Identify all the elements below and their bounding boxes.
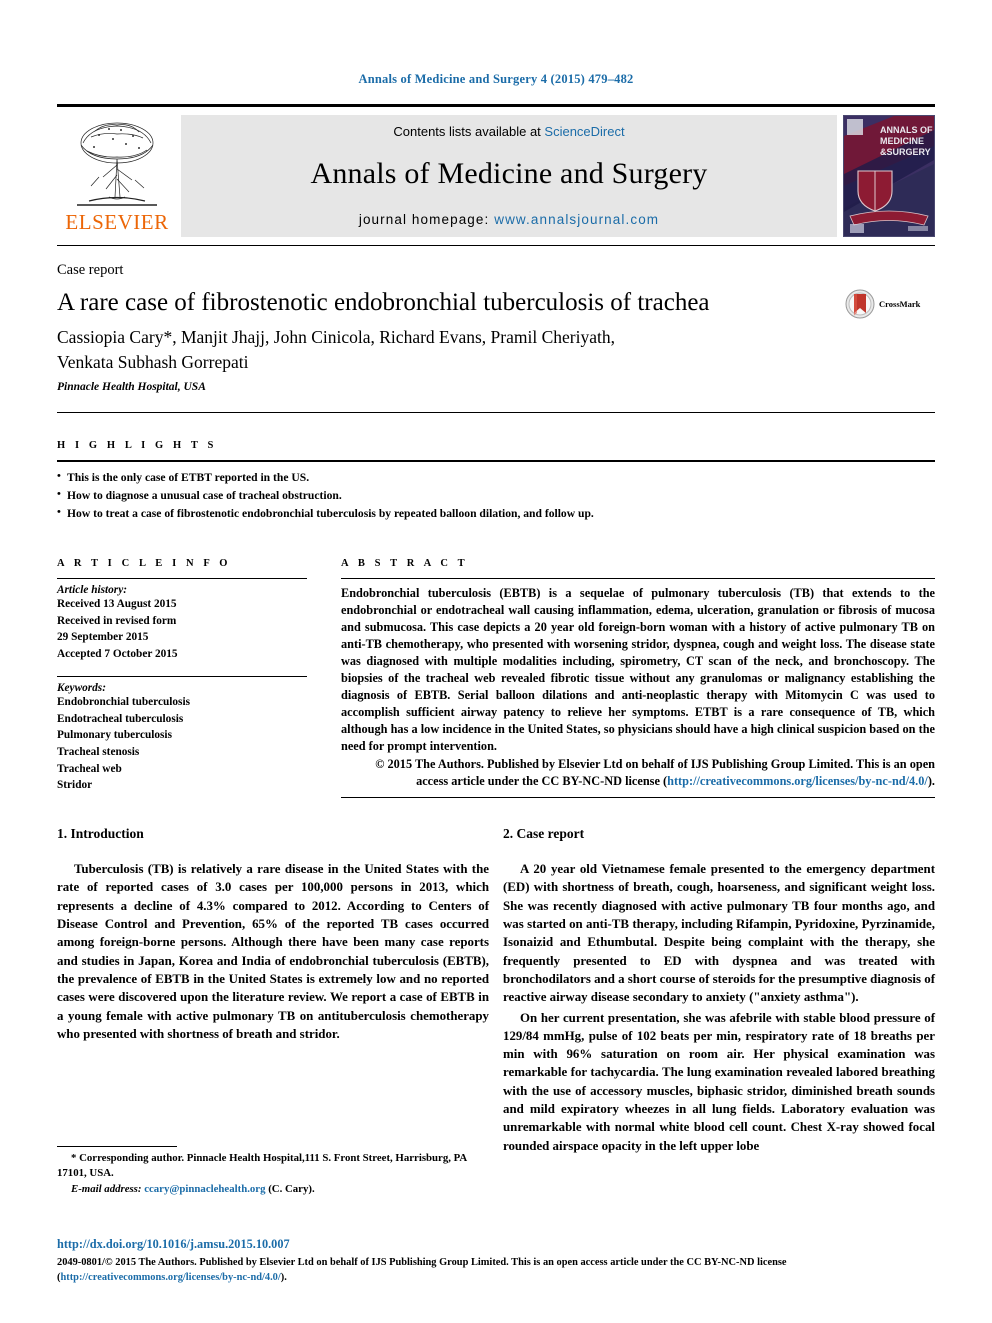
page-footer: 2049-0801/© 2015 The Authors. Published … — [57, 1255, 935, 1285]
footer-license-tail: ). — [280, 1272, 287, 1284]
journal-title: Annals of Medicine and Surgery — [310, 156, 708, 190]
article-page: Annals of Medicine and Surgery 4 (2015) … — [0, 0, 992, 1323]
contents-prefix: Contents lists available at — [393, 124, 545, 139]
license-link[interactable]: http://creativecommons.org/licenses/by-n… — [667, 774, 928, 788]
elsevier-wordmark: ELSEVIER — [65, 210, 169, 234]
journal-cover-art: ANNALS OF MEDICINE &SURGERY — [844, 116, 934, 236]
svg-text:&SURGERY: &SURGERY — [880, 147, 931, 157]
masthead-bottom-rule — [57, 245, 935, 246]
keywords-block: Keywords: Endobronchial tuberculosis End… — [57, 682, 307, 794]
crossmark-icon — [845, 289, 875, 319]
keyword-item: Endotracheal tuberculosis — [57, 712, 184, 725]
keyword-item: Tracheal web — [57, 762, 122, 775]
article-history-line: Accepted 7 October 2015 — [57, 648, 178, 661]
keyword-item: Endobronchial tuberculosis — [57, 695, 190, 708]
sciencedirect-link[interactable]: ScienceDirect — [544, 124, 624, 139]
email-link[interactable]: ccary@pinnaclehealth.org — [144, 1183, 265, 1195]
author-line-2: Venkata Subhash Gorrepati — [57, 351, 249, 372]
article-info-section: A R T I C L E I N F O Article history: R… — [57, 558, 307, 794]
svg-text:ANNALS OF: ANNALS OF — [880, 125, 933, 135]
list-item: This is the only case of ETBT reported i… — [57, 468, 935, 487]
crossmark-badge[interactable]: CrossMark — [845, 289, 920, 319]
article-history-label: Article history: — [57, 584, 127, 596]
keyword-item: Stridor — [57, 779, 93, 792]
abstract-copyright: © 2015 The Authors. Published by Elsevie… — [341, 756, 935, 790]
corresponding-author-line: * Corresponding author. Pinnacle Health … — [57, 1152, 467, 1180]
footnote-divider — [57, 1146, 177, 1147]
list-item: How to treat a case of fibrostenotic end… — [57, 504, 935, 523]
footer-license-link[interactable]: http://creativecommons.org/licenses/by-n… — [60, 1272, 280, 1283]
elsevier-tree-icon — [77, 122, 157, 206]
corresponding-author-footnote: * Corresponding author. Pinnacle Health … — [57, 1146, 489, 1197]
page-title: A rare case of fibrostenotic endobronchi… — [57, 289, 710, 316]
email-line: E-mail address: ccary@pinnaclehealth.org… — [57, 1182, 489, 1197]
article-type-label: Case report — [57, 262, 124, 278]
abstract-body: Endobronchial tuberculosis (EBTB) is a s… — [341, 586, 935, 753]
article-info-rule — [57, 578, 307, 579]
svg-text:MEDICINE: MEDICINE — [880, 136, 924, 146]
case-report-heading: 2. Case report — [503, 826, 585, 841]
article-history-line: Received 13 August 2015 — [57, 598, 177, 610]
case-report-paragraph: A 20 year old Vietnamese female presente… — [503, 862, 935, 1005]
abstract-rule — [341, 578, 935, 579]
author-line-1: Cassiopia Cary*, Manjit Jhajj, John Cini… — [57, 327, 615, 347]
highlights-rule — [57, 460, 935, 462]
article-history-line: 29 September 2015 — [57, 631, 149, 644]
author-affiliation: Pinnacle Health Hospital, USA — [57, 381, 206, 393]
keywords-rule — [57, 675, 307, 677]
email-suffix: (C. Cary). — [268, 1182, 315, 1195]
copyright-tail: ). — [927, 773, 935, 788]
journal-homepage-line: journal homepage: www.annalsjournal.com — [181, 212, 837, 227]
case-report-paragraph: On her current presentation, she was afe… — [503, 1010, 935, 1153]
journal-homepage-link[interactable]: www.annalsjournal.com — [494, 212, 659, 227]
keyword-item: Pulmonary tuberculosis — [57, 729, 172, 742]
doi-link[interactable]: http://dx.doi.org/10.1016/j.amsu.2015.10… — [57, 1237, 290, 1252]
journal-masthead: ELSEVIER Contents lists available at Sci… — [57, 104, 935, 237]
article-history-line: Received in revised form — [57, 614, 177, 627]
highlights-heading: H I G H L I G H T S — [57, 440, 217, 451]
running-head: Annals of Medicine and Surgery 4 (2015) … — [358, 72, 634, 86]
highlights-section: H I G H L I G H T S This is the only cas… — [57, 440, 935, 523]
abstract-heading: A B S T R A C T — [341, 558, 469, 569]
abstract-section: A B S T R A C T Endobronchial tuberculos… — [341, 558, 935, 798]
elsevier-logo: ELSEVIER — [57, 115, 177, 237]
highlights-list: This is the only case of ETBT reported i… — [57, 468, 935, 523]
keywords-label: Keywords: — [57, 681, 106, 694]
author-list: Cassiopia Cary*, Manjit Jhajj, John Cini… — [57, 325, 817, 375]
journal-cover-thumbnail: ANNALS OF MEDICINE &SURGERY — [843, 115, 935, 237]
article-info-heading: A R T I C L E I N F O — [57, 558, 232, 569]
homepage-prefix: journal homepage: — [358, 212, 495, 227]
email-label: E-mail address: — [71, 1182, 142, 1195]
journal-band: Contents lists available at ScienceDirec… — [181, 115, 837, 237]
keyword-item: Tracheal stenosis — [57, 746, 140, 759]
crossmark-label: CrossMark — [879, 299, 921, 309]
introduction-paragraph: Tuberculosis (TB) is relatively a rare d… — [57, 862, 489, 1041]
case-report-section: 2. Case report A 20 year old Vietnamese … — [503, 826, 935, 1157]
title-block-bottom-rule — [57, 412, 935, 413]
abstract-bottom-rule — [341, 796, 935, 798]
introduction-section: 1. Introduction Tuberculosis (TB) is rel… — [57, 826, 489, 1045]
list-item: How to diagnose a unusual case of trache… — [57, 486, 935, 505]
contents-available-line: Contents lists available at ScienceDirec… — [181, 124, 837, 139]
introduction-heading: 1. Introduction — [57, 826, 144, 841]
